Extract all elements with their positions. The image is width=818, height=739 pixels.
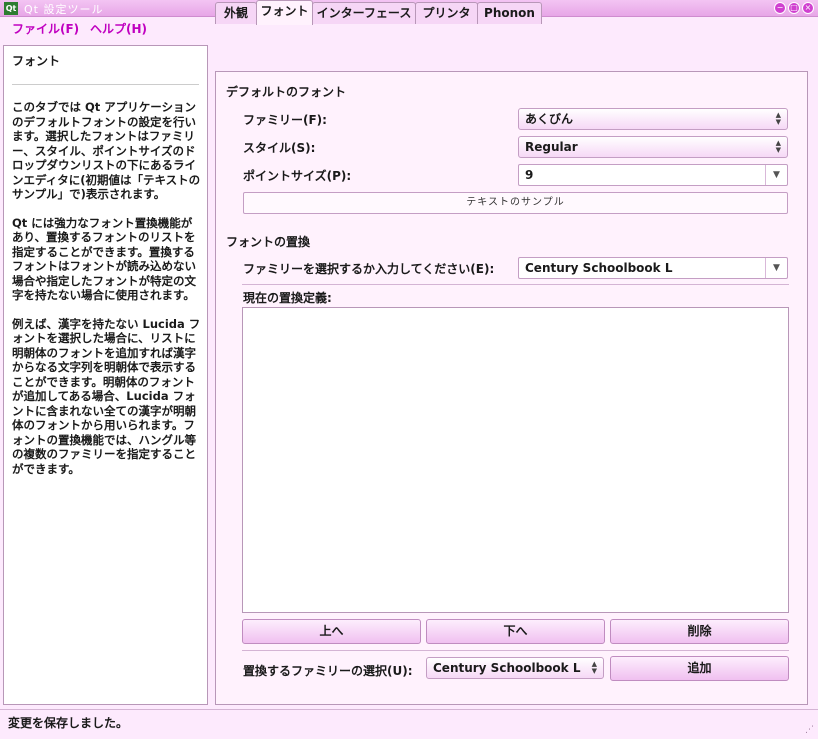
substitution-group-title: フォントの置換 bbox=[226, 235, 311, 249]
tab-phonon[interactable]: Phonon bbox=[477, 2, 542, 24]
replace-family-label: 置換するファミリーの選択(U): bbox=[243, 664, 413, 678]
tab-appearance[interactable]: 外観 bbox=[215, 2, 257, 24]
menu-file[interactable]: ファイル(F) bbox=[12, 20, 79, 37]
add-button[interactable]: 追加 bbox=[610, 656, 789, 681]
divider bbox=[242, 650, 789, 651]
updown-icon: ▲ ▼ bbox=[775, 139, 781, 154]
family-label: ファミリー(F): bbox=[243, 113, 327, 127]
help-title: フォント bbox=[12, 54, 61, 68]
replace-family-value: Century Schoolbook L bbox=[433, 661, 581, 675]
family-value: あくびん bbox=[525, 112, 574, 126]
help-paragraph: このタブでは Qt アプリケーションのデフォルトフォントの設定を行います。選択し… bbox=[12, 100, 201, 201]
sample-text-field[interactable]: テキストのサンプル bbox=[243, 192, 788, 214]
qt-app-icon: Qt bbox=[4, 2, 18, 15]
family-combo[interactable]: あくびん ▲ ▼ bbox=[518, 108, 788, 130]
replace-family-combo[interactable]: Century Schoolbook L ▲ ▼ bbox=[426, 657, 604, 679]
status-text: 変更を保存しました。 bbox=[8, 716, 129, 730]
help-paragraph: Qt には強力なフォント置換機能があり、置換するフォントのリストを指定することが… bbox=[12, 215, 196, 303]
style-combo[interactable]: Regular ▲ ▼ bbox=[518, 136, 788, 158]
resize-grip-icon[interactable]: ⋰ bbox=[805, 725, 814, 735]
window-controls: − □ × bbox=[774, 2, 814, 14]
tab-printer[interactable]: プリンタ bbox=[415, 2, 478, 24]
substitute-family-label: ファミリーを選択するか入力してください(E): bbox=[243, 262, 495, 276]
minimize-icon[interactable]: − bbox=[774, 2, 786, 14]
substitution-list[interactable] bbox=[242, 307, 789, 613]
updown-icon: ▲ ▼ bbox=[775, 111, 781, 126]
current-substitutions-label: 現在の置換定義: bbox=[243, 291, 332, 305]
move-down-button[interactable]: 下へ bbox=[426, 619, 605, 644]
menu-help[interactable]: ヘルプ(H) bbox=[90, 20, 147, 37]
status-bar: 変更を保存しました。 ⋰ bbox=[0, 709, 818, 739]
help-divider bbox=[12, 84, 199, 85]
window-title: Qt 設定ツール bbox=[24, 3, 104, 16]
move-up-button[interactable]: 上へ bbox=[242, 619, 421, 644]
close-icon[interactable]: × bbox=[802, 2, 814, 14]
chevron-down-icon[interactable]: ▼ bbox=[765, 165, 787, 185]
delete-button[interactable]: 削除 bbox=[610, 619, 789, 644]
tab-interface[interactable]: インターフェース bbox=[312, 2, 416, 24]
maximize-icon[interactable]: □ bbox=[788, 2, 800, 14]
chevron-down-icon[interactable]: ▼ bbox=[765, 258, 787, 278]
tab-fonts[interactable]: フォント bbox=[256, 0, 313, 25]
divider bbox=[242, 284, 789, 285]
help-panel: フォント このタブでは Qt アプリケーションのデフォルトフォントの設定を行いま… bbox=[3, 45, 208, 705]
point-size-label: ポイントサイズ(P): bbox=[243, 169, 352, 183]
style-label: スタイル(S): bbox=[243, 141, 316, 155]
updown-icon: ▲ ▼ bbox=[591, 660, 597, 675]
substitute-family-value: Century Schoolbook L bbox=[525, 261, 673, 275]
substitute-family-combo[interactable]: Century Schoolbook L ▼ bbox=[518, 257, 788, 279]
point-size-value: 9 bbox=[525, 168, 534, 182]
help-paragraph: 例えば、漢字を持たない Lucida フォントを選択した場合に、リストに明朝体の… bbox=[12, 316, 201, 476]
style-value: Regular bbox=[525, 140, 578, 154]
help-text: このタブでは Qt アプリケーションのデフォルトフォントの設定を行います。選択し… bbox=[12, 100, 201, 490]
default-font-group-title: デフォルトのフォント bbox=[226, 85, 347, 99]
point-size-combo[interactable]: 9 ▼ bbox=[518, 164, 788, 186]
